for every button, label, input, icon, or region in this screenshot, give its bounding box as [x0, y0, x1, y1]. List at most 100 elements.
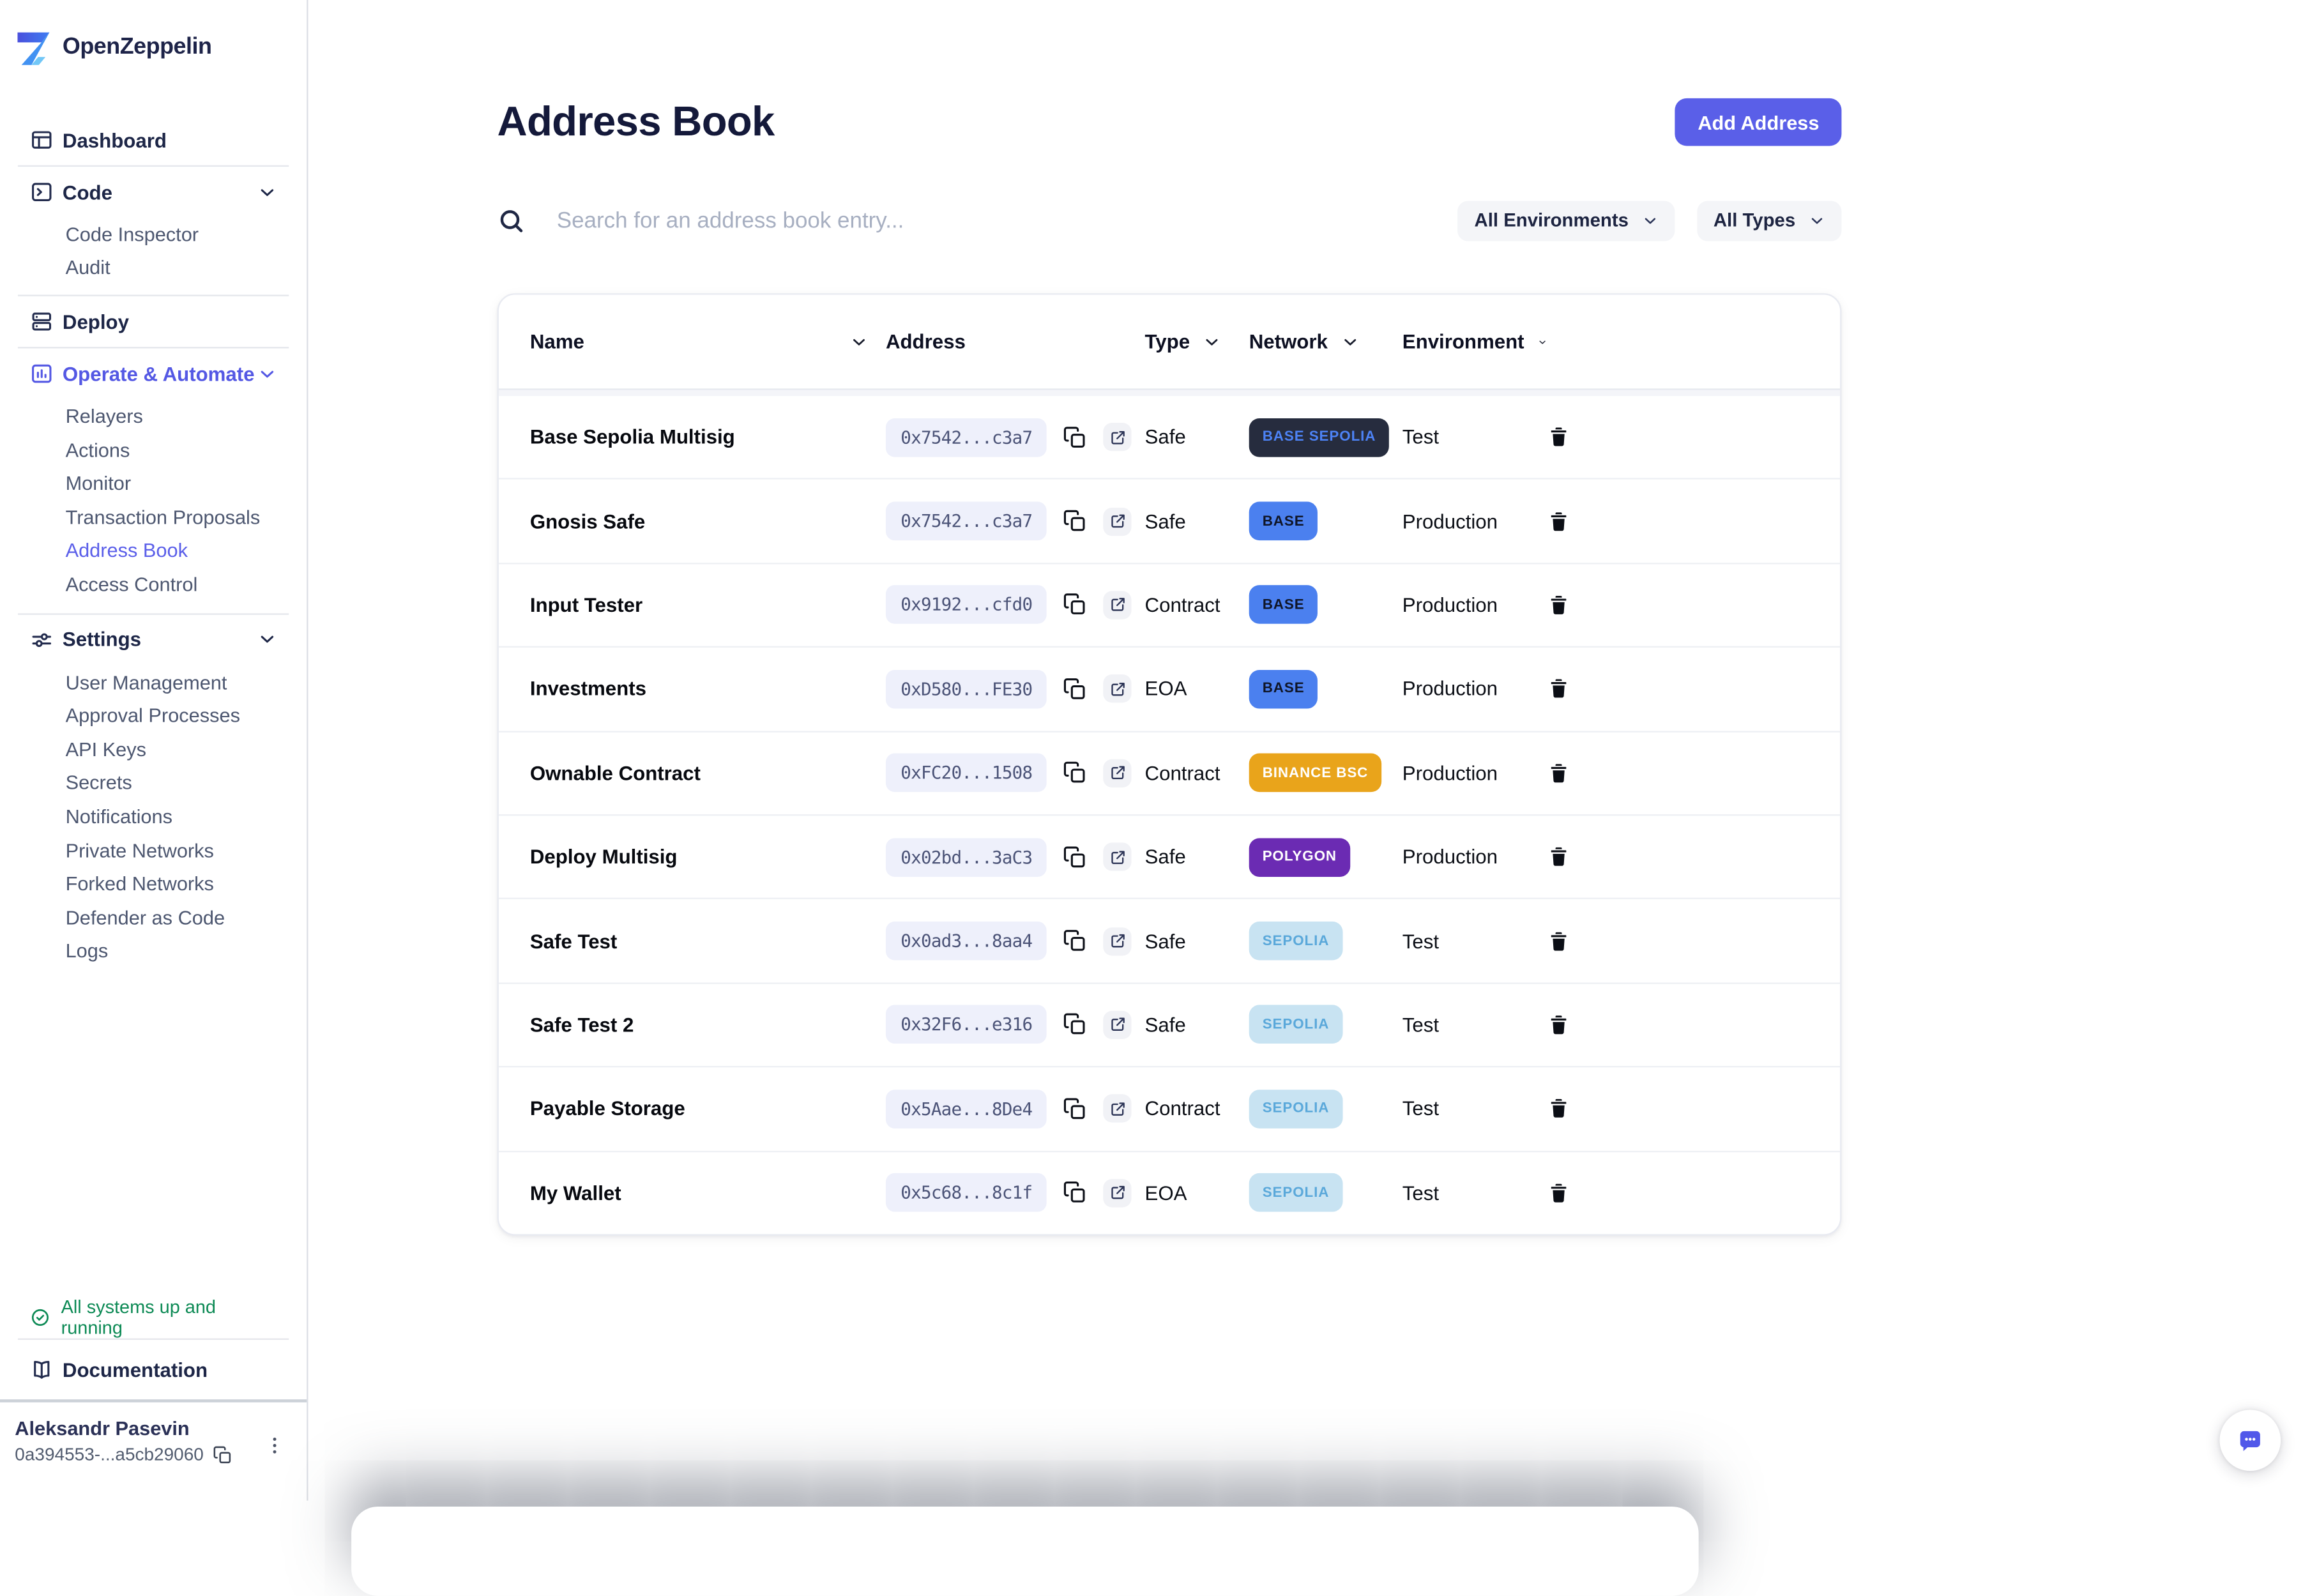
sidebar-item-logs[interactable]: Logs	[66, 934, 289, 968]
sidebar-item-api-keys[interactable]: API Keys	[66, 733, 289, 766]
entry-environment: Production	[1402, 594, 1547, 616]
table-row[interactable]: My Wallet 0x5c68...8c1f EOA SEPOLIA Test	[499, 1150, 1840, 1234]
sidebar-item-address-book[interactable]: Address Book	[66, 534, 289, 568]
copy-address-button[interactable]	[1063, 591, 1087, 618]
system-status[interactable]: All systems up and running	[18, 1297, 289, 1339]
delete-entry-button[interactable]	[1547, 1178, 1570, 1206]
column-header-environment[interactable]: Environment	[1402, 330, 1547, 353]
chat-support-button[interactable]	[2220, 1410, 2281, 1471]
entry-environment: Test	[1402, 1182, 1547, 1204]
open-in-explorer-button[interactable]	[1104, 1011, 1132, 1039]
copy-address-button[interactable]	[1063, 759, 1087, 786]
open-in-explorer-button[interactable]	[1104, 927, 1132, 955]
sidebar-item-deploy[interactable]: Deploy	[18, 296, 289, 347]
network-badge: BASE	[1249, 502, 1318, 541]
table-row[interactable]: Base Sepolia Multisig 0x7542...c3a7 Safe…	[499, 396, 1840, 478]
sidebar-item-label: Dashboard	[63, 129, 167, 151]
sidebar-item-defender-as-code[interactable]: Defender as Code	[66, 901, 289, 934]
delete-entry-button[interactable]	[1547, 927, 1570, 955]
copy-address-button[interactable]	[1063, 676, 1087, 703]
defender-app: OpenZeppelin Dashboard Code Code Inspect…	[0, 0, 2303, 1501]
network-badge: BASE	[1249, 586, 1318, 625]
openzeppelin-logo-icon	[15, 27, 52, 68]
column-header-name[interactable]: Name	[530, 330, 886, 353]
column-header-network[interactable]: Network	[1249, 330, 1402, 353]
add-address-button[interactable]: Add Address	[1675, 98, 1841, 146]
open-in-explorer-button[interactable]	[1104, 423, 1132, 451]
sidebar-item-secrets[interactable]: Secrets	[66, 766, 289, 800]
address-pill: 0x7542...c3a7	[886, 502, 1047, 541]
address-pill: 0xD580...FE30	[886, 670, 1047, 709]
sidebar-item-audit[interactable]: Audit	[66, 251, 289, 285]
sidebar-item-notifications[interactable]: Notifications	[66, 800, 289, 833]
sidebar-item-forked-networks[interactable]: Forked Networks	[66, 867, 289, 901]
table-row[interactable]: Deploy Multisig 0x02bd...3aC3 Safe POLYG…	[499, 814, 1840, 898]
open-in-explorer-button[interactable]	[1104, 1178, 1132, 1206]
delete-entry-button[interactable]	[1547, 507, 1570, 535]
copy-tenant-id-button[interactable]	[213, 1445, 232, 1464]
delete-entry-button[interactable]	[1547, 759, 1570, 787]
entry-environment: Test	[1402, 1098, 1547, 1120]
copy-address-button[interactable]	[1063, 1012, 1087, 1038]
table-row[interactable]: Safe Test 0x0ad3...8aa4 Safe SEPOLIA Tes…	[499, 898, 1840, 982]
header-band	[499, 390, 1840, 396]
entry-environment: Production	[1402, 678, 1547, 700]
column-header-type[interactable]: Type	[1145, 330, 1249, 353]
copy-address-button[interactable]	[1063, 1095, 1087, 1122]
table-row[interactable]: Gnosis Safe 0x7542...c3a7 Safe BASE Prod…	[499, 478, 1840, 562]
sidebar-item-dashboard[interactable]: Dashboard	[18, 114, 289, 165]
environment-filter-dropdown[interactable]: All Environments	[1458, 201, 1675, 241]
table-row[interactable]: Investments 0xD580...FE30 EOA BASE Produ…	[499, 646, 1840, 730]
sidebar-item-operate-automate[interactable]: Operate & Automate	[18, 349, 289, 399]
delete-entry-button[interactable]	[1547, 423, 1570, 451]
sidebar-item-transaction-proposals[interactable]: Transaction Proposals	[66, 500, 289, 534]
search-input[interactable]	[554, 206, 1458, 234]
table-row[interactable]: Payable Storage 0x5Aae...8De4 Contract S…	[499, 1066, 1840, 1150]
open-in-explorer-button[interactable]	[1104, 675, 1132, 703]
operate-icon	[30, 362, 54, 386]
open-in-explorer-button[interactable]	[1104, 843, 1132, 871]
sidebar-item-code[interactable]: Code	[18, 167, 289, 217]
delete-entry-button[interactable]	[1547, 1095, 1570, 1123]
sidebar-item-label: Deploy	[63, 310, 129, 333]
entry-type: Contract	[1145, 1098, 1249, 1120]
sidebar-item-settings[interactable]: Settings	[18, 614, 289, 665]
copy-address-button[interactable]	[1063, 1180, 1087, 1206]
sidebar-item-relayers[interactable]: Relayers	[66, 399, 289, 433]
brand-name: OpenZeppelin	[63, 34, 212, 61]
column-header-address[interactable]: Address	[886, 330, 1145, 353]
table-row[interactable]: Safe Test 2 0x32F6...e316 Safe SEPOLIA T…	[499, 982, 1840, 1066]
sidebar-item-user-management[interactable]: User Management	[66, 665, 289, 699]
delete-entry-button[interactable]	[1547, 843, 1570, 871]
open-in-explorer-button[interactable]	[1104, 1095, 1132, 1123]
table-row[interactable]: Ownable Contract 0xFC20...1508 Contract …	[499, 731, 1840, 814]
dashboard-icon	[30, 128, 54, 151]
type-filter-dropdown[interactable]: All Types	[1697, 201, 1841, 241]
delete-entry-button[interactable]	[1547, 591, 1570, 619]
settings-submenu: User Management Approval Processes API K…	[18, 665, 289, 968]
brand-logo[interactable]: OpenZeppelin	[0, 0, 307, 70]
entry-name: Safe Test 2	[530, 1014, 886, 1036]
copy-address-button[interactable]	[1063, 424, 1087, 451]
network-badge: BASE	[1249, 670, 1318, 709]
table-row[interactable]: Input Tester 0x9192...cfd0 Contract BASE…	[499, 563, 1840, 646]
sidebar-item-monitor[interactable]: Monitor	[66, 466, 289, 500]
entry-address-cell: 0x5Aae...8De4	[886, 1090, 1145, 1129]
open-in-explorer-button[interactable]	[1104, 759, 1132, 787]
copy-address-button[interactable]	[1063, 844, 1087, 870]
sidebar-item-actions[interactable]: Actions	[66, 433, 289, 467]
copy-address-button[interactable]	[1063, 927, 1087, 954]
network-badge: SEPOLIA	[1249, 1090, 1343, 1129]
sidebar-item-private-networks[interactable]: Private Networks	[66, 833, 289, 867]
delete-entry-button[interactable]	[1547, 675, 1570, 703]
sidebar-item-access-control[interactable]: Access Control	[66, 567, 289, 601]
user-menu-button[interactable]	[264, 1428, 286, 1464]
sidebar-item-documentation[interactable]: Documentation	[18, 1340, 289, 1399]
open-in-explorer-button[interactable]	[1104, 507, 1132, 535]
copy-address-button[interactable]	[1063, 508, 1087, 535]
sidebar-item-code-inspector[interactable]: Code Inspector	[66, 217, 289, 251]
sidebar-item-approval-processes[interactable]: Approval Processes	[66, 699, 289, 733]
delete-entry-button[interactable]	[1547, 1011, 1570, 1039]
open-in-explorer-button[interactable]	[1104, 591, 1132, 619]
entry-name: Safe Test	[530, 930, 886, 952]
